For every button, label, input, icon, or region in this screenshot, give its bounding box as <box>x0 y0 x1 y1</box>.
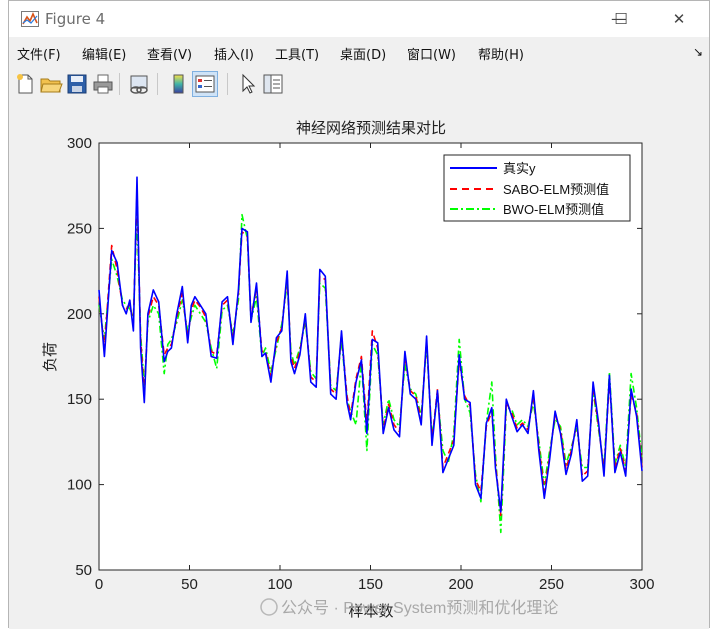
matlab-figure-icon <box>21 11 39 27</box>
menu-edit[interactable]: 编辑(E) <box>82 44 126 63</box>
new-file-icon[interactable] <box>13 72 37 96</box>
y-tick-label: 200 <box>67 306 92 323</box>
plot-svg: 神经网络预测结果对比 0 50 100 150 200 250 30050100150200… <box>42 120 655 620</box>
menu-desktop[interactable]: 桌面(D) <box>340 44 386 63</box>
menu-insert[interactable]: 插入(I) <box>214 44 254 63</box>
legend-label-bwo: BWO-ELM预测值 <box>503 202 604 217</box>
link-plot-icon[interactable] <box>127 72 151 96</box>
figure-area: 神经网络预测结果对比 0 50 100 150 200 250 300 50 100 150 200… <box>9 101 709 629</box>
x-tick-label: 0 <box>95 576 103 593</box>
menu-tools[interactable]: 工具(T) <box>275 44 319 63</box>
menu-window[interactable]: 窗口(W) <box>407 44 456 63</box>
menu-overflow-arrow-icon[interactable]: ↘ <box>693 45 703 59</box>
toolbar-separator <box>119 73 120 95</box>
legend[interactable]: 真实y SABO-ELM预测值 BWO-ELM预测值 <box>443 154 631 222</box>
legend-label-sabo: SABO-ELM预测值 <box>503 182 609 197</box>
close-button[interactable]: ✕ <box>663 7 695 31</box>
x-tick-label: 300 <box>629 576 654 593</box>
y-tick-label: 50 <box>75 562 92 579</box>
menu-bar: 文件(F) 编辑(E) 查看(V) 插入(I) 工具(T) 桌面(D) 窗口(W… <box>9 41 709 65</box>
print-icon[interactable] <box>91 72 115 96</box>
maximize-button[interactable]: ☐ <box>605 7 637 31</box>
title-bar: Figure 4 — ☐ ✕ <box>9 1 709 37</box>
watermark: 公众号 · Power System预测和优化理论 <box>260 598 558 617</box>
colorbar-icon[interactable] <box>167 72 191 96</box>
y-axis-label: 负荷 <box>42 342 59 372</box>
y-tick-label: 150 <box>67 391 92 408</box>
figure-window: Figure 4 — ☐ ✕ 文件(F) 编辑(E) 查看(V) 插入(I) 工… <box>8 0 710 629</box>
x-tick-label: 150 <box>358 576 383 593</box>
x-tick-label: 50 <box>181 576 198 593</box>
watermark-text: 公众号 · Power System预测和优化理论 <box>281 599 558 617</box>
legend-label-true: 真实y <box>503 161 536 176</box>
menu-help[interactable]: 帮助(H) <box>478 44 524 63</box>
x-tick-label: 250 <box>539 576 564 593</box>
open-folder-icon[interactable] <box>39 72 63 96</box>
pointer-icon[interactable] <box>235 72 259 96</box>
menu-view[interactable]: 查看(V) <box>147 44 192 63</box>
x-tick-label: 100 <box>267 576 292 593</box>
toolbar-separator <box>157 73 158 95</box>
toolbar <box>9 69 709 99</box>
chart-title: 神经网络预测结果对比 <box>296 120 446 137</box>
x-tick-label: 200 <box>448 576 473 593</box>
toolbar-separator <box>227 73 228 95</box>
wechat-icon <box>260 598 278 616</box>
y-tick-label: 100 <box>67 477 92 494</box>
save-icon[interactable] <box>65 72 89 96</box>
legend-icon[interactable] <box>192 71 218 97</box>
y-tick-label: 300 <box>67 135 92 152</box>
property-inspector-icon[interactable] <box>261 72 285 96</box>
window-title: Figure 4 <box>45 10 106 28</box>
menu-file[interactable]: 文件(F) <box>17 44 61 63</box>
y-tick-label: 250 <box>67 220 92 237</box>
